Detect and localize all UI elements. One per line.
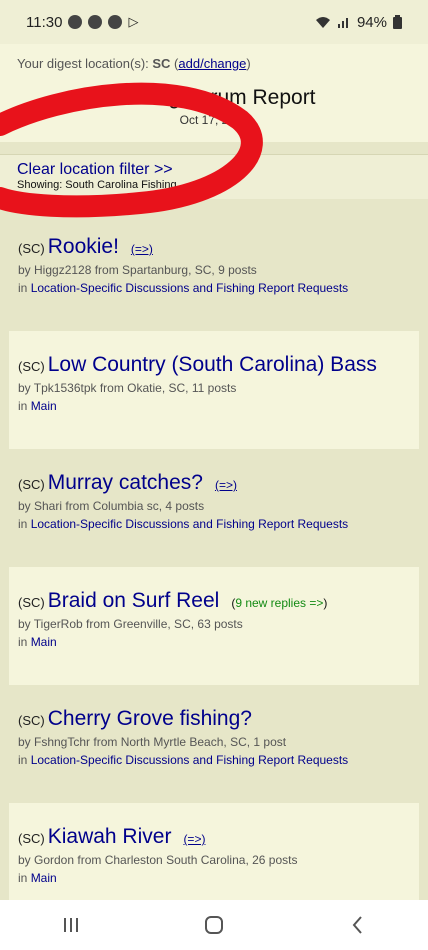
recent-apps-button[interactable] [51,910,91,940]
filter-box: Clear location filter >> Showing: South … [0,154,428,199]
forum-prefix: in [18,871,31,885]
back-icon [352,916,362,934]
android-nav-bar [0,900,428,950]
forum-prefix: in [18,517,31,531]
post-byline: by Tpk1536tpk from Okatie, SC, 11 posts [18,381,237,395]
post-tag: (SC) [18,831,45,846]
post-title-link[interactable]: Murray catches? [48,471,203,495]
post-card: (SC) Low Country (South Carolina) Bass b… [9,331,419,449]
post-byline: by Gordon from Charleston South Carolina… [18,853,298,867]
recent-apps-icon [64,918,79,932]
battery-icon [393,15,402,29]
home-icon [204,916,223,934]
post-card: (SC) Braid on Surf Reel (9 new replies =… [9,567,419,685]
wifi-icon [315,17,330,28]
filter-status: Showing: South Carolina Fishing [17,179,177,191]
post-tag: (SC) [18,477,45,492]
chrome-icon [88,15,103,29]
post-card: (SC) Rookie! (=>) by Higgz2128 from Spar… [9,213,419,331]
home-button[interactable] [194,910,234,940]
forum-link[interactable]: Main [31,399,57,413]
forum-link[interactable]: Location-Specific Discussions and Fishin… [31,281,349,295]
page: Your digest location(s): SC (add/change)… [0,44,428,900]
digest-location: SC [152,56,171,71]
digest-prefix: Your digest location(s): [17,56,153,71]
status-bar: 11:30 ▷ 94% [0,0,428,44]
page-title: Fishing Forum Report [112,86,316,109]
signal-icon [337,18,348,28]
post-title-link[interactable]: Rookie! [48,235,119,259]
report-date: Oct 17, 2023 [179,113,249,127]
forum-prefix: in [18,635,31,649]
battery-level: 94% [356,13,387,31]
back-button[interactable] [337,910,377,940]
add-change-link[interactable]: add/change [178,56,246,71]
post-title-link[interactable]: Kiawah River [48,825,172,849]
status-right: 94% [315,14,402,31]
post-byline: by Higgz2128 from Spartanburg, SC, 9 pos… [18,263,257,277]
post-card: (SC) Murray catches? (=>) by Shari from … [9,449,419,567]
post-title-link[interactable]: Low Country (South Carolina) Bass [48,353,377,377]
cloud-icon [108,15,123,29]
post-tag: (SC) [18,595,45,610]
clear-location-filter-link[interactable]: Clear location filter >> [17,161,411,179]
forum-prefix: in [18,399,31,413]
forum-prefix: in [18,753,31,767]
post-title-link[interactable]: Cherry Grove fishing? [48,707,252,731]
play-icon: ▷ [128,14,139,29]
post-list: (SC) Rookie! (=>) by Higgz2128 from Spar… [0,213,428,900]
post-byline: by TigerRob from Greenville, SC, 63 post… [18,617,243,631]
forum-link[interactable]: Main [31,871,57,885]
post-card: (SC) Cherry Grove fishing? by FshngTchr … [9,685,419,803]
status-left: 11:30 ▷ [26,14,138,31]
report-header: Fishing Forum Report Oct 17, 2023 [0,86,428,142]
forum-prefix: in [18,281,31,295]
divider [0,199,428,213]
post-arrow-link[interactable]: (=>) [215,478,237,492]
digest-line: Your digest location(s): SC (add/change) [17,56,251,71]
post-tag: (SC) [18,241,45,256]
new-replies-link[interactable]: 9 new replies => [235,596,323,610]
forum-link[interactable]: Location-Specific Discussions and Fishin… [31,753,349,767]
post-arrow-link[interactable]: (=>) [131,242,153,256]
forum-link[interactable]: Location-Specific Discussions and Fishin… [31,517,349,531]
post-byline: by FshngTchr from North Myrtle Beach, SC… [18,735,287,749]
post-title-link[interactable]: Braid on Surf Reel [48,589,220,613]
forum-link[interactable]: Main [31,635,57,649]
divider [0,142,428,154]
post-byline: by Shari from Columbia sc, 4 posts [18,499,205,513]
notification-icon [68,15,83,29]
post-tag: (SC) [18,359,45,374]
clock: 11:30 [26,13,63,31]
post-card: (SC) Kiawah River (=>) by Gordon from Ch… [9,803,419,900]
post-arrow-link[interactable]: (=>) [183,832,205,846]
post-tag: (SC) [18,713,45,728]
